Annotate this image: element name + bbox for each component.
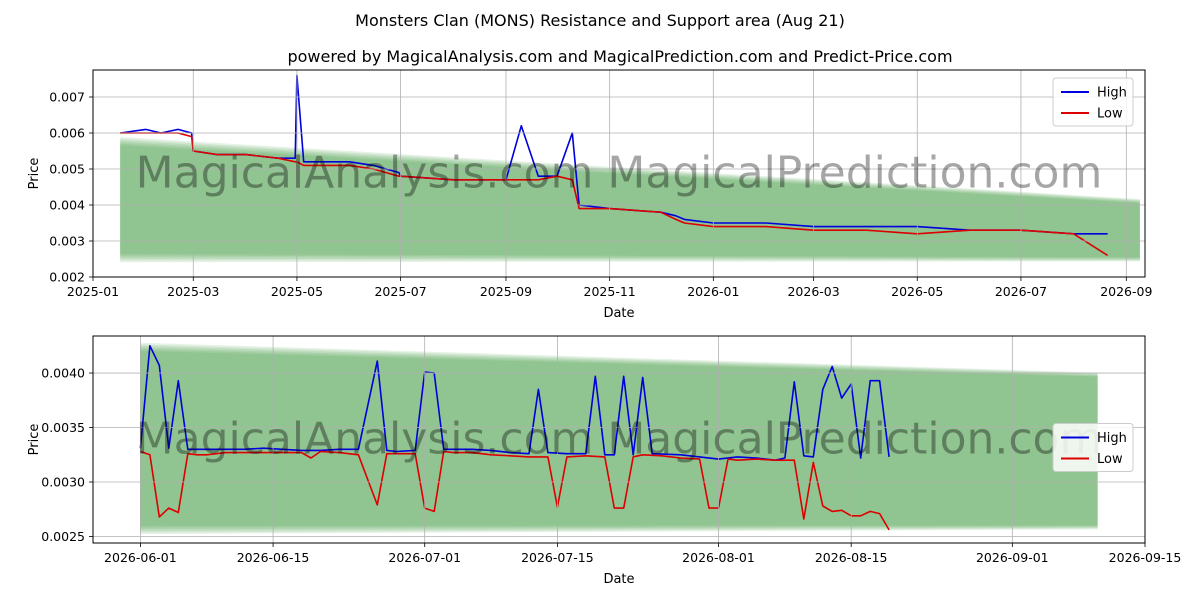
watermark-text: MagicalAnalysis.com MagicalPrediction.co… [136, 414, 1103, 465]
top-panel: 2025-01 2025-03 2025-05 2025-07 2025-09 2025-… [27, 69, 1152, 321]
x-tick-label: 2025-03 [167, 284, 219, 299]
legend-label-high: High [1097, 86, 1127, 101]
y-tick-label: 0.0035 [41, 420, 85, 435]
y-tick-label: 0.0040 [41, 366, 85, 381]
x-tick-label: 2026-01 [687, 284, 739, 299]
x-axis-label: Date [603, 306, 634, 321]
y-tick-label: 0.004 [49, 198, 85, 213]
x-tick-label: 2025-11 [584, 284, 636, 299]
x-tick-label: 2025-09 [480, 284, 532, 299]
x-tick-label: 2026-06-15 [237, 550, 310, 565]
x-tick-label: 2026-03 [787, 284, 839, 299]
x-tick-label: 2025-05 [271, 284, 323, 299]
x-axis-label: Date [603, 572, 634, 587]
x-tick-label: 2025-01 [67, 284, 119, 299]
y-tick-label: 0.0030 [41, 474, 85, 489]
y-tick-label: 0.007 [49, 90, 85, 105]
chart-title: Monsters Clan (MONS) Resistance and Supp… [355, 11, 845, 30]
x-tick-label: 2026-09 [1100, 284, 1152, 299]
x-tick-label: 2026-09-01 [976, 550, 1049, 565]
y-tick-label: 0.006 [49, 126, 85, 141]
x-tick-label: 2026-07-15 [521, 550, 594, 565]
y-tick-label: 0.002 [49, 270, 85, 285]
x-tick-label: 2026-07-01 [388, 550, 461, 565]
legend-label-low: Low [1097, 107, 1123, 122]
legend: High Low [1052, 77, 1134, 127]
chart-subtitle: powered by MagicalAnalysis.com and Magic… [287, 47, 952, 66]
x-tick-label: 2025-07 [374, 284, 426, 299]
y-axis-label: Price [27, 158, 42, 190]
bottom-panel: 2026-06-01 2026-06-15 2026-07-01 2026-07-15… [27, 335, 1182, 587]
x-tick-label: 2026-08-15 [815, 550, 888, 565]
y-tick-label: 0.005 [49, 162, 85, 177]
x-tick-label: 2026-05 [891, 284, 943, 299]
legend-label-low: Low [1097, 452, 1123, 467]
x-tick-label: 2026-07 [995, 284, 1047, 299]
watermark-text: MagicalAnalysis.com MagicalPrediction.co… [136, 148, 1103, 199]
legend-label-high: High [1097, 431, 1127, 446]
legend: High Low [1052, 423, 1134, 472]
y-tick-label: 0.0025 [41, 529, 85, 544]
figure: Monsters Clan (MONS) Resistance and Supp… [27, 11, 1182, 587]
x-tick-label: 2026-09-15 [1109, 550, 1182, 565]
y-tick-label: 0.003 [49, 234, 85, 249]
x-tick-label: 2026-08-01 [682, 550, 755, 565]
x-tick-label: 2026-06-01 [104, 550, 177, 565]
y-axis-label: Price [27, 424, 42, 456]
